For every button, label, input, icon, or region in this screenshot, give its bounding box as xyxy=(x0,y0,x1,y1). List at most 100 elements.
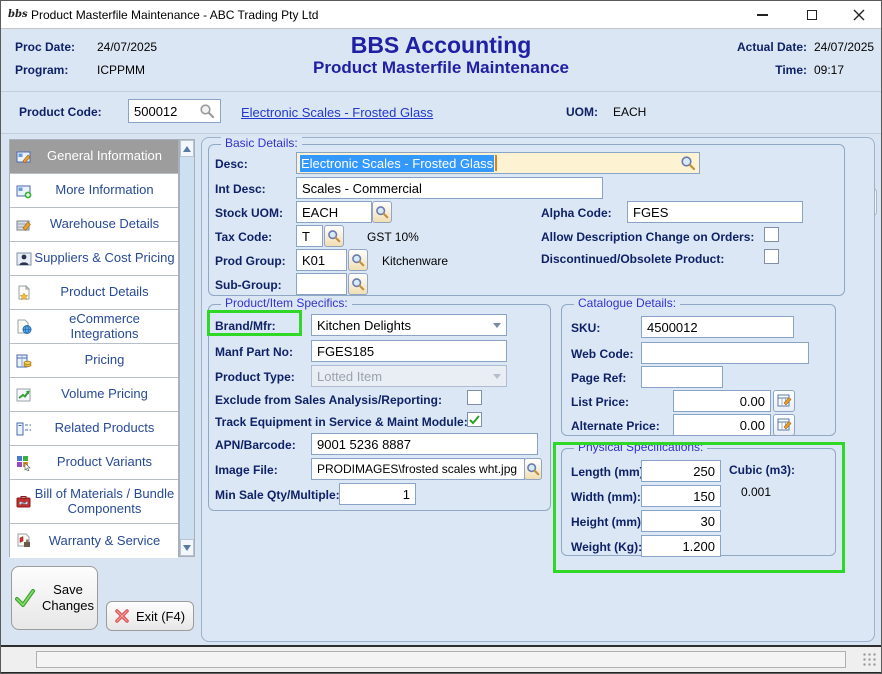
min-sale-qty-label: Min Sale Qty/Multiple: xyxy=(215,488,340,502)
alternate-price-input[interactable] xyxy=(673,414,771,436)
sidebar-item-warehouse-details[interactable]: Warehouse Details xyxy=(10,208,178,242)
alternate-price-edit-button[interactable] xyxy=(773,414,795,436)
status-message-area xyxy=(36,651,846,668)
save-changes-button[interactable]: Save Changes xyxy=(11,566,98,630)
web-code-input[interactable] xyxy=(641,342,809,364)
int-desc-input[interactable] xyxy=(296,177,603,199)
tax-code-label: Tax Code: xyxy=(215,230,272,244)
close-button[interactable] xyxy=(837,1,881,29)
track-equipment-checkbox[interactable] xyxy=(467,412,482,427)
scroll-up-icon xyxy=(183,146,191,152)
product-description-link[interactable]: Electronic Scales - Frosted Glass xyxy=(241,105,433,120)
uom-label: UOM: xyxy=(566,105,598,119)
page-globe-icon xyxy=(13,319,34,335)
tax-code-lookup-button[interactable] xyxy=(324,225,344,247)
apn-barcode-input[interactable] xyxy=(311,433,538,455)
apn-barcode-label: APN/Barcode: xyxy=(215,438,296,452)
sidebar-item-label: Pricing xyxy=(34,353,175,368)
actual-date-label: Actual Date: xyxy=(701,40,807,54)
sub-group-label: Sub-Group: xyxy=(215,278,282,292)
list-price-edit-button[interactable] xyxy=(773,390,795,412)
alpha-code-input[interactable] xyxy=(627,201,803,223)
sidebar-item-related-products[interactable]: Related Products xyxy=(10,412,178,446)
allow-desc-change-checkbox[interactable] xyxy=(764,227,779,242)
sidebar-item-label: eCommerce Integrations xyxy=(34,312,175,342)
magnifier-icon xyxy=(526,462,540,476)
stock-uom-lookup-button[interactable] xyxy=(372,201,392,223)
discontinued-checkbox[interactable] xyxy=(764,249,779,264)
chevron-down-icon xyxy=(493,374,501,379)
prod-group-label: Prod Group: xyxy=(215,254,286,268)
sidebar-item-label: Product Variants xyxy=(34,455,175,470)
minimize-icon xyxy=(757,14,768,16)
sidebar-item-ecommerce-integrations[interactable]: eCommerce Integrations xyxy=(10,310,178,344)
page-ref-input[interactable] xyxy=(641,366,723,388)
sidebar-item-bill-of-materials[interactable]: Bill of Materials / Bundle Components xyxy=(10,480,178,524)
desc-label: Desc: xyxy=(215,157,248,171)
scroll-up-button[interactable] xyxy=(180,140,194,157)
prod-group-lookup-button[interactable] xyxy=(348,249,368,271)
track-equipment-label: Track Equipment in Service & Maint Modul… xyxy=(215,415,468,429)
sidebar-item-product-details[interactable]: Product Details xyxy=(10,276,178,310)
magnifier-icon xyxy=(375,205,389,219)
maximize-button[interactable] xyxy=(792,1,832,29)
sidebar-item-label: Bill of Materials / Bundle Components xyxy=(34,487,175,517)
tax-code-input[interactable] xyxy=(296,225,323,247)
min-sale-qty-input[interactable] xyxy=(339,483,416,505)
sidebar-nav: General Information More Information War… xyxy=(9,139,195,557)
resize-grip[interactable] xyxy=(863,653,877,667)
card-plus-icon xyxy=(13,183,34,199)
variants-squares-icon xyxy=(13,455,34,471)
minimize-button[interactable] xyxy=(742,1,782,29)
manf-part-label: Manf Part No: xyxy=(215,345,293,359)
discontinued-label: Discontinued/Obsolete Product: xyxy=(541,252,724,266)
exclude-sales-checkbox[interactable] xyxy=(467,390,482,405)
page-ref-label: Page Ref: xyxy=(571,371,626,385)
product-code-search-icon[interactable] xyxy=(199,103,215,119)
image-file-lookup-button[interactable] xyxy=(524,458,542,480)
sku-label: SKU: xyxy=(571,321,600,335)
stock-uom-input[interactable] xyxy=(296,201,372,223)
sidebar-item-pricing[interactable]: Pricing xyxy=(10,344,178,378)
sidebar-list: General Information More Information War… xyxy=(9,139,179,557)
green-check-icon xyxy=(15,589,35,607)
image-file-input[interactable] xyxy=(311,458,525,480)
sidebar-item-label: Warehouse Details xyxy=(34,217,175,232)
sidebar-item-general-information[interactable]: General Information xyxy=(10,140,178,174)
web-code-label: Web Code: xyxy=(571,347,633,361)
list-price-input[interactable] xyxy=(673,390,771,412)
magnifier-icon xyxy=(351,277,365,291)
sub-group-input[interactable] xyxy=(296,273,347,295)
sidebar-item-more-information[interactable]: More Information xyxy=(10,174,178,208)
exit-button[interactable]: Exit (F4) xyxy=(106,601,194,631)
desc-search-icon[interactable] xyxy=(680,155,696,171)
sidebar-item-label: More Information xyxy=(34,183,175,198)
brand-mfr-select[interactable]: Kitchen Delights xyxy=(311,314,507,336)
manf-part-input[interactable] xyxy=(311,340,507,362)
catalogue-details-title: Catalogue Details: xyxy=(574,296,680,310)
highlight-box-physical-specs xyxy=(553,442,845,573)
scroll-down-button[interactable] xyxy=(180,539,194,556)
sidebar-scrollbar[interactable] xyxy=(179,139,195,557)
red-x-icon xyxy=(115,609,129,623)
sidebar-item-suppliers-cost-pricing[interactable]: Suppliers & Cost Pricing xyxy=(10,242,178,276)
page-star-icon xyxy=(13,285,34,301)
pricing-table-icon xyxy=(13,353,34,369)
save-changes-label: Save Changes xyxy=(42,582,94,615)
time-label: Time: xyxy=(701,63,807,77)
desc-input[interactable]: Electronic Scales - Frosted Glass xyxy=(296,152,700,174)
bom-toolbox-icon xyxy=(13,494,34,510)
sku-input[interactable] xyxy=(641,316,794,338)
growth-chart-icon xyxy=(13,387,34,403)
int-desc-label: Int Desc: xyxy=(215,182,266,196)
sidebar-item-product-variants[interactable]: Product Variants xyxy=(10,446,178,480)
allow-desc-change-label: Allow Description Change on Orders: xyxy=(541,230,754,244)
product-type-value: Lotted Item xyxy=(317,369,382,384)
sub-group-lookup-button[interactable] xyxy=(348,273,368,295)
item-specifics-title: Product/Item Specifics: xyxy=(221,296,352,310)
sidebar-item-volume-pricing[interactable]: Volume Pricing xyxy=(10,378,178,412)
brand-mfr-value: Kitchen Delights xyxy=(317,318,411,333)
prod-group-input[interactable] xyxy=(296,249,347,271)
tax-code-description: GST 10% xyxy=(367,230,419,244)
sidebar-item-warranty-service[interactable]: Warranty & Service xyxy=(10,524,178,558)
